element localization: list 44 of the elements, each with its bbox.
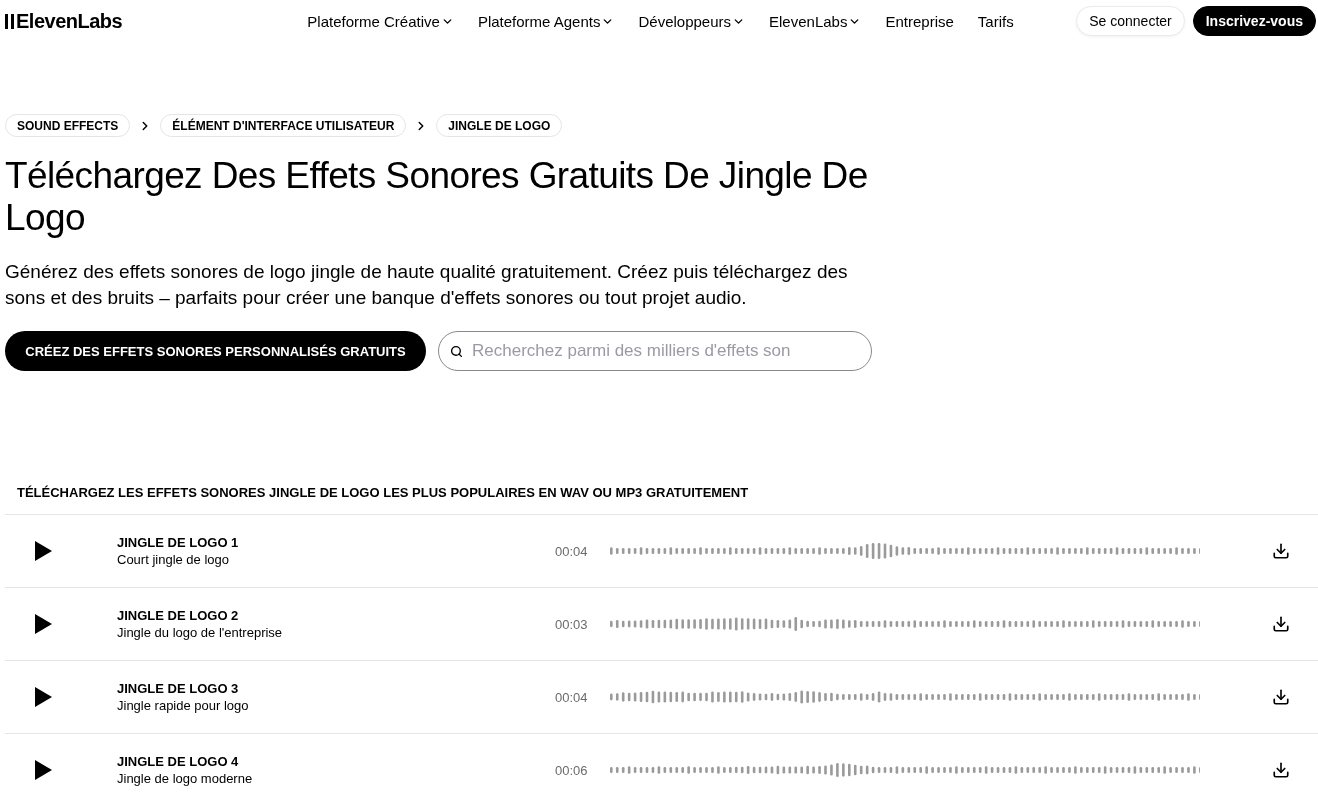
create-sound-effects-button[interactable]: CRÉEZ DES EFFETS SONORES PERSONNALISÉS GRATUITS: [5, 331, 426, 371]
download-icon: [1272, 615, 1290, 633]
download-icon: [1272, 688, 1290, 706]
sound-title: JINGLE DE LOGO 2: [117, 607, 240, 624]
search-icon: [450, 345, 463, 358]
play-icon: [35, 687, 52, 707]
sound-description: Jingle rapide pour logo: [117, 697, 250, 714]
section-heading: TÉLÉCHARGEZ LES EFFETS SONORES JINGLE DE LOGO LES PLUS POPULAIRES EN WAV OU MP3 GRATUITEMENT: [17, 485, 750, 501]
nav-link[interactable]: Développeurs: [638, 12, 746, 30]
nav-link[interactable]: Plateforme Créative: [307, 12, 454, 30]
sound-description: Court jingle de logo: [117, 551, 231, 568]
sound-title: JINGLE DE LOGO 3: [117, 680, 240, 697]
play-button[interactable]: [35, 687, 52, 707]
sound-duration: 00:03: [555, 616, 589, 632]
download-button[interactable]: [1272, 615, 1290, 633]
download-icon: [1272, 542, 1290, 560]
search-field[interactable]: Recherchez parmi des milliers d'effets son: [438, 331, 872, 371]
sound-duration: 00:04: [555, 689, 589, 705]
sound-description: Jingle du logo de l'entreprise: [117, 624, 284, 641]
nav-link[interactable]: Plateforme Agents: [477, 12, 615, 30]
download-button[interactable]: [1272, 688, 1290, 706]
play-button[interactable]: [35, 541, 52, 561]
download-button[interactable]: [1272, 542, 1290, 560]
logo-mark-icon: [5, 13, 14, 29]
play-button[interactable]: [35, 760, 52, 780]
sound-title: JINGLE DE LOGO 4: [117, 753, 240, 770]
play-icon: [35, 541, 52, 561]
play-icon: [35, 614, 52, 634]
sound-description: Jingle de logo moderne: [117, 770, 254, 787]
sound-title: JINGLE DE LOGO 1: [117, 534, 240, 551]
play-button[interactable]: [35, 614, 52, 634]
download-icon: [1272, 761, 1290, 779]
download-button[interactable]: [1272, 761, 1290, 779]
login-button[interactable]: Se connecter: [1076, 6, 1185, 36]
nav-link[interactable]: ElevenLabs: [769, 12, 862, 30]
sound-duration: 00:06: [555, 762, 589, 778]
play-icon: [35, 760, 52, 780]
signup-button[interactable]: Inscrivez-vous: [1192, 6, 1316, 36]
page-description: Générez des effets sonores de logo jingle de haute qualité gratuitement. Créez puis téléchargez des sons et des bruits – parfaits pour créer une banque d'effets sonores ou tout projet audio.: [5, 260, 849, 310]
page-title: Téléchargez Des Effets Sonores Gratuits De Jingle De Logo: [5, 155, 869, 239]
nav-link[interactable]: Tarifs: [977, 12, 1014, 30]
nav-link[interactable]: Entreprise: [885, 12, 954, 30]
logo-wordmark[interactable]: ElevenLabs: [16, 9, 123, 33]
sound-duration: 00:04: [555, 543, 589, 559]
